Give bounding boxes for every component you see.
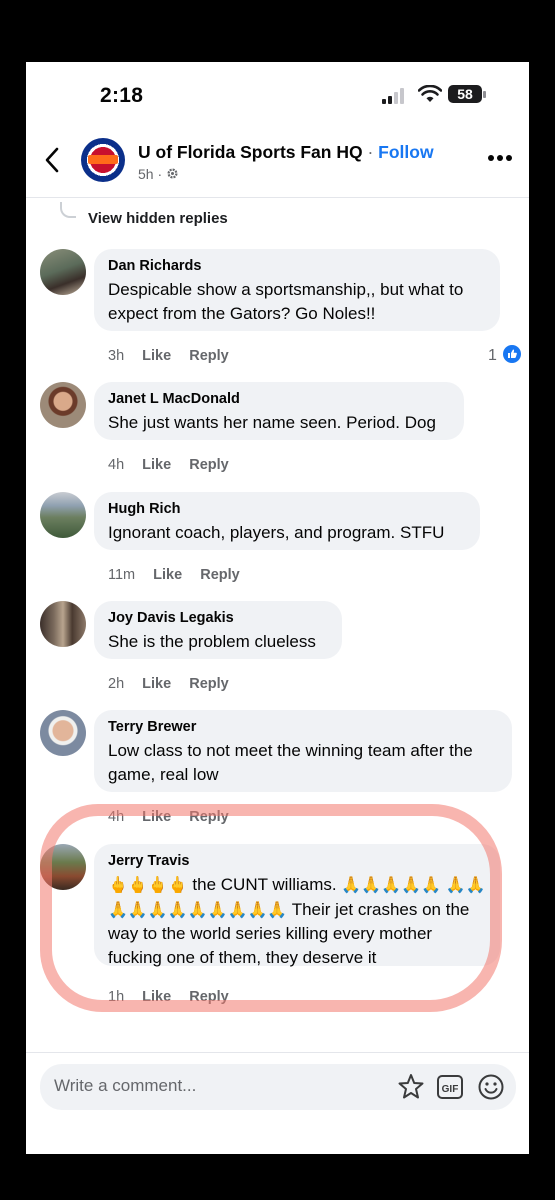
avatar[interactable]: [40, 710, 86, 756]
comment-actions: 11m Like Reply: [108, 567, 254, 583]
reply-button[interactable]: Reply: [189, 989, 229, 1005]
comment-composer: Write a comment... GIF: [26, 1052, 529, 1154]
comment-time: 1h: [108, 989, 125, 1005]
comment-author[interactable]: Dan Richards: [108, 258, 486, 274]
comment-author[interactable]: Hugh Rich: [108, 501, 466, 517]
battery-indicator: 58: [448, 85, 482, 103]
reply-button[interactable]: Reply: [189, 457, 229, 473]
comment-author[interactable]: Jerry Travis: [108, 853, 486, 869]
like-button[interactable]: Like: [153, 567, 182, 583]
post-meta: 5h ·: [138, 166, 179, 182]
page-avatar-banner: [88, 155, 118, 164]
comment-text: Ignorant coach, players, and program. ST…: [108, 523, 445, 542]
comment-time: 4h: [108, 457, 125, 473]
comment-bubble: Janet L MacDonald She just wants her nam…: [94, 382, 464, 440]
reaction-number: 1: [488, 347, 497, 364]
comment-time: 3h: [108, 348, 125, 364]
thumbs-up-icon: [503, 345, 522, 363]
comment-text: She just wants her name seen. Period. Do…: [108, 413, 436, 432]
comment-actions: 4h Like Reply: [108, 457, 243, 473]
view-hidden-replies-link[interactable]: View hidden replies: [88, 210, 228, 227]
avatar[interactable]: [40, 249, 86, 295]
comment-time: 11m: [108, 567, 136, 583]
comment-author[interactable]: Terry Brewer: [108, 719, 498, 735]
comment-text: 🖕🖕🖕🖕 the CUNT williams. 🙏🙏🙏🙏🙏 🙏🙏🙏🙏🙏🙏🙏🙏🙏🙏…: [108, 873, 486, 969]
comment-actions: 3h Like Reply: [108, 348, 243, 364]
chevron-left-icon[interactable]: [44, 147, 60, 173]
thread-connector: [60, 202, 76, 218]
header-divider: [26, 197, 529, 198]
page-name[interactable]: U of Florida Sports Fan HQ: [138, 142, 363, 162]
comment-author[interactable]: Joy Davis Legakis: [108, 610, 328, 626]
wifi-icon: [418, 85, 442, 102]
avatar[interactable]: [40, 492, 86, 538]
post-age: 5h ·: [138, 166, 163, 182]
comment-text: Despicable show a sportsmanship,, but wh…: [108, 280, 464, 323]
status-time: 2:18: [100, 84, 144, 107]
gif-icon[interactable]: GIF: [436, 1072, 464, 1102]
comment-input-box[interactable]: Write a comment... GIF: [40, 1064, 516, 1110]
follow-button[interactable]: Follow: [378, 142, 433, 162]
comment-author[interactable]: Janet L MacDonald: [108, 391, 450, 407]
comment-bubble: Dan Richards Despicable show a sportsman…: [94, 249, 500, 331]
middle-finger-emojis: 🖕🖕🖕🖕: [108, 877, 188, 894]
gear-icon: [167, 168, 178, 179]
like-button[interactable]: Like: [142, 809, 171, 825]
battery-tip: [483, 91, 486, 98]
smiley-icon[interactable]: [476, 1072, 506, 1102]
comment-bubble: Joy Davis Legakis She is the problem clu…: [94, 601, 342, 659]
svg-text:GIF: GIF: [442, 1084, 459, 1095]
status-bar: 2:18 58: [26, 62, 529, 122]
like-button[interactable]: Like: [142, 457, 171, 473]
reply-button[interactable]: Reply: [189, 348, 229, 364]
comment-input[interactable]: Write a comment...: [54, 1076, 196, 1096]
comment-text: She is the problem clueless: [108, 632, 316, 651]
reaction-count[interactable]: 1: [488, 345, 522, 365]
comment-text-part: the CUNT williams.: [187, 875, 342, 894]
avatar[interactable]: [40, 382, 86, 428]
comment-time: 4h: [108, 809, 125, 825]
page-avatar[interactable]: [81, 138, 125, 182]
more-horizontal-icon[interactable]: [487, 154, 513, 162]
comment-actions: 4h Like Reply: [108, 809, 243, 825]
comment-actions: 1h Like Reply: [108, 989, 243, 1005]
like-button[interactable]: Like: [142, 348, 171, 364]
avatar[interactable]: [40, 844, 86, 890]
cellular-signal-icon: [382, 88, 404, 104]
page-title: U of Florida Sports Fan HQ · Follow: [138, 142, 434, 163]
like-button[interactable]: Like: [142, 676, 171, 692]
like-button[interactable]: Like: [142, 989, 171, 1005]
avatar[interactable]: [40, 601, 86, 647]
reply-button[interactable]: Reply: [189, 809, 229, 825]
phone-screen: 2:18 58 U of Florida Sports Fan HQ · Fol…: [26, 62, 529, 1154]
prayer-emojis: 🙏🙏🙏🙏🙏: [341, 877, 441, 894]
comment-bubble: Jerry Travis 🖕🖕🖕🖕 the CUNT williams. 🙏🙏🙏…: [94, 844, 500, 969]
comment-actions: 2h Like Reply: [108, 676, 243, 692]
title-separator: ·: [367, 142, 374, 162]
reply-button[interactable]: Reply: [200, 567, 240, 583]
comment-time: 2h: [108, 676, 125, 692]
comment-bubble: Hugh Rich Ignorant coach, players, and p…: [94, 492, 480, 550]
comment-bubble: Terry Brewer Low class to not meet the w…: [94, 710, 512, 792]
reply-button[interactable]: Reply: [189, 676, 229, 692]
sticker-icon[interactable]: [396, 1072, 426, 1102]
post-header: U of Florida Sports Fan HQ · Follow 5h ·: [26, 128, 529, 192]
comment-text: Low class to not meet the winning team a…: [108, 741, 473, 784]
